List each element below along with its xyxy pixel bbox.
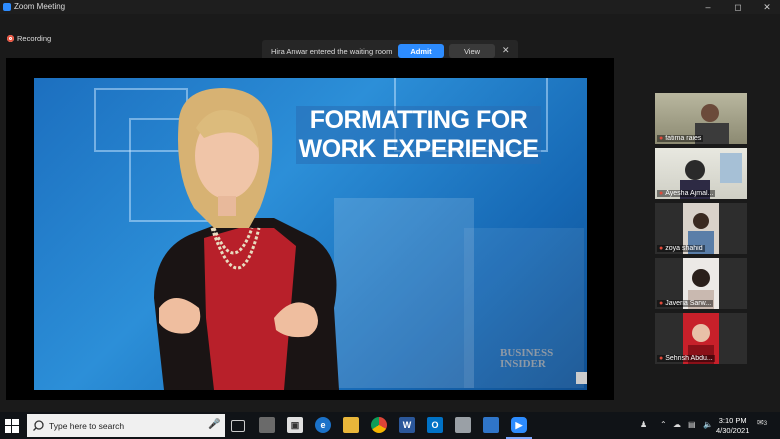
people-icon[interactable]: ♟ <box>640 420 647 429</box>
participant-name: ● Ayesha Ajmal... <box>657 190 716 197</box>
mic-muted-icon: ● <box>659 135 664 142</box>
recording-indicator[interactable]: Recording <box>7 34 51 43</box>
close-icon[interactable]: ✕ <box>760 1 774 13</box>
clock-date: 4/30/2021 <box>716 426 750 435</box>
folder-icon[interactable] <box>343 417 359 433</box>
record-icon <box>7 35 14 42</box>
video-headline: FORMATTING FOR WORK EXPERIENCE <box>296 106 541 164</box>
headline-line-1: FORMATTING FOR <box>309 106 528 134</box>
notification-message: Hira Anwar entered the waiting room <box>271 47 393 56</box>
close-notification-icon[interactable]: ✕ <box>502 45 510 56</box>
edge-icon[interactable]: e <box>315 417 331 433</box>
minimize-icon[interactable]: – <box>701 1 715 13</box>
mic-muted-icon: ● <box>659 300 664 307</box>
mic-muted-icon: ● <box>659 355 664 362</box>
outlook-icon[interactable]: O <box>427 417 443 433</box>
word-icon[interactable]: W <box>399 417 415 433</box>
mic-muted-icon: ● <box>659 190 664 197</box>
participant-tile[interactable]: ● Sehrish Abdu... <box>655 313 747 364</box>
cloud-icon[interactable]: ☁ <box>673 420 681 429</box>
business-insider-watermark: BUSINESS INSIDER <box>500 348 553 370</box>
participant-tile[interactable]: ● fatima raies <box>655 93 747 144</box>
windows-taskbar: Type here to search 🎤 ▣ e W O ▶ ♟ ⌃ ☁ ▤ … <box>0 412 780 439</box>
participant-name: ● fatima raies <box>657 135 704 142</box>
photos-icon[interactable] <box>483 417 499 433</box>
admit-button[interactable]: Admit <box>398 44 444 58</box>
participant-tile[interactable]: ● zoya shahid <box>655 203 747 254</box>
window-title: Zoom Meeting <box>14 2 66 11</box>
action-center-icon[interactable]: ✉3 <box>757 418 767 427</box>
maximize-icon[interactable]: ◻ <box>731 1 745 13</box>
windows-start-icon[interactable] <box>5 419 19 433</box>
notification-count: 3 <box>763 421 768 427</box>
participant-name: ● Javeria Sarw... <box>657 300 714 307</box>
participant-name: ● zoya shahid <box>657 245 705 252</box>
meeting-area: Recording Hira Anwar entered the waiting… <box>0 14 780 412</box>
search-placeholder: Type here to search <box>49 421 125 431</box>
zoom-icon[interactable]: ▶ <box>511 417 527 433</box>
corner-logo-icon <box>576 372 587 384</box>
volume-icon[interactable]: 🔈 <box>703 420 713 429</box>
clock-time: 3:10 PM <box>718 416 747 425</box>
store-icon[interactable]: ▣ <box>287 417 303 433</box>
system-clock[interactable]: 3:10 PM 4/30/2021 <box>716 416 749 436</box>
zoom-app-icon <box>3 3 11 11</box>
search-icon <box>33 420 44 431</box>
taskbar-search-box[interactable]: Type here to search 🎤 <box>27 414 225 437</box>
mic-muted-icon: ● <box>659 245 664 252</box>
window-titlebar: Zoom Meeting – ◻ ✕ <box>0 0 780 14</box>
shared-video: FORMATTING FOR WORK EXPERIENCE BUSINESS … <box>34 78 587 390</box>
microphone-icon[interactable]: 🎤 <box>208 419 220 430</box>
network-icon[interactable]: ▤ <box>688 420 696 429</box>
recording-label: Recording <box>17 34 52 43</box>
task-view-icon[interactable] <box>231 420 245 432</box>
participant-tile[interactable]: ● Ayesha Ajmal... <box>655 148 747 199</box>
view-button[interactable]: View <box>449 44 495 58</box>
participant-tile[interactable]: ● Javeria Sarw... <box>655 258 747 309</box>
paint-icon[interactable] <box>455 417 471 433</box>
watermark-line-2: INSIDER <box>500 358 546 370</box>
media-icon[interactable] <box>259 417 275 433</box>
headline-line-2: WORK EXPERIENCE <box>298 135 539 163</box>
participant-name: ● Sehrish Abdu... <box>657 355 715 362</box>
chevron-up-icon[interactable]: ⌃ <box>660 420 667 429</box>
shared-screen[interactable]: FORMATTING FOR WORK EXPERIENCE BUSINESS … <box>6 58 614 400</box>
chrome-icon[interactable] <box>371 417 387 433</box>
